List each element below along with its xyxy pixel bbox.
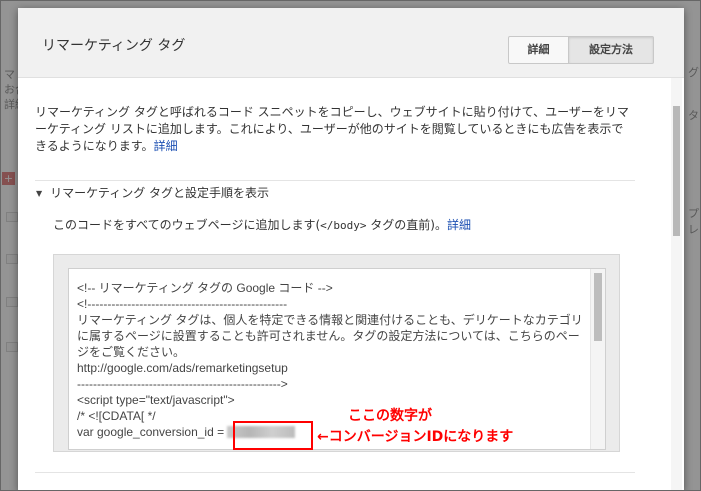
divider [35, 180, 635, 181]
body-tag-code: </body> [320, 219, 367, 232]
dialog-scrollbar-thumb[interactable] [673, 106, 680, 236]
conversion-id-label: var google_conversion_id = [77, 425, 225, 439]
code-scrollbar-thumb[interactable] [594, 273, 602, 341]
intro-details-link[interactable]: 詳細 [154, 139, 178, 153]
dialog-scrollbar[interactable] [671, 78, 682, 491]
intro-text: リマーケティング タグと呼ばれるコード スニペットをコピーし、ウェブサイトに貼り… [35, 105, 629, 153]
code-line: <!--------------------------------------… [77, 297, 288, 311]
instruction-before: このコードをすべてのウェブページに追加します( [53, 218, 321, 232]
intro-paragraph: リマーケティング タグと呼ばれるコード スニペットをコピーし、ウェブサイトに貼り… [35, 104, 635, 155]
annotation-text: ←コンバージョンIDになります [317, 429, 514, 445]
code-container: <!-- リマーケティング タグの Google コード --> <!-----… [53, 254, 620, 452]
code-lines: <!-- リマーケティング タグの Google コード --> <!-----… [77, 280, 585, 440]
code-line: <script type="text/javascript"> [77, 393, 235, 407]
instruction-text: このコードをすべてのウェブページに追加します(</body> タグの直前)。詳細 [53, 216, 471, 233]
code-line: ----------------------------------------… [77, 377, 288, 391]
annotation-text: ここの数字が [348, 408, 432, 424]
details-button[interactable]: 詳細 [508, 36, 569, 64]
divider [35, 472, 635, 473]
section-title: リマーケティング タグと設定手順を表示 [50, 186, 270, 200]
instruction-after: タグの直前)。 [366, 218, 447, 232]
setup-button[interactable]: 設定方法 [569, 36, 654, 64]
code-scrollbar[interactable] [590, 269, 605, 449]
code-line: /* <![CDATA[ */ [77, 409, 156, 423]
dialog-header: リマーケティング タグ 詳細 設定方法 [18, 8, 684, 78]
tag-code-textarea[interactable]: <!-- リマーケティング タグの Google コード --> <!-----… [68, 268, 606, 450]
annotation-highlight-box [233, 421, 313, 450]
code-line: リマーケティング タグは、個人を特定できる情報と関連付けることも、デリケートなカ… [77, 313, 583, 359]
triangle-down-icon: ▼ [36, 189, 43, 198]
dialog-title: リマーケティング タグ [42, 38, 186, 54]
code-line: <!-- リマーケティング タグの Google コード --> [77, 281, 333, 295]
instruction-details-link[interactable]: 詳細 [447, 218, 471, 232]
view-toggle: 詳細 設定方法 [508, 36, 654, 64]
show-tag-section-toggle[interactable]: ▼ リマーケティング タグと設定手順を表示 [36, 184, 269, 201]
code-line: http://google.com/ads/remarketingsetup [77, 361, 288, 375]
